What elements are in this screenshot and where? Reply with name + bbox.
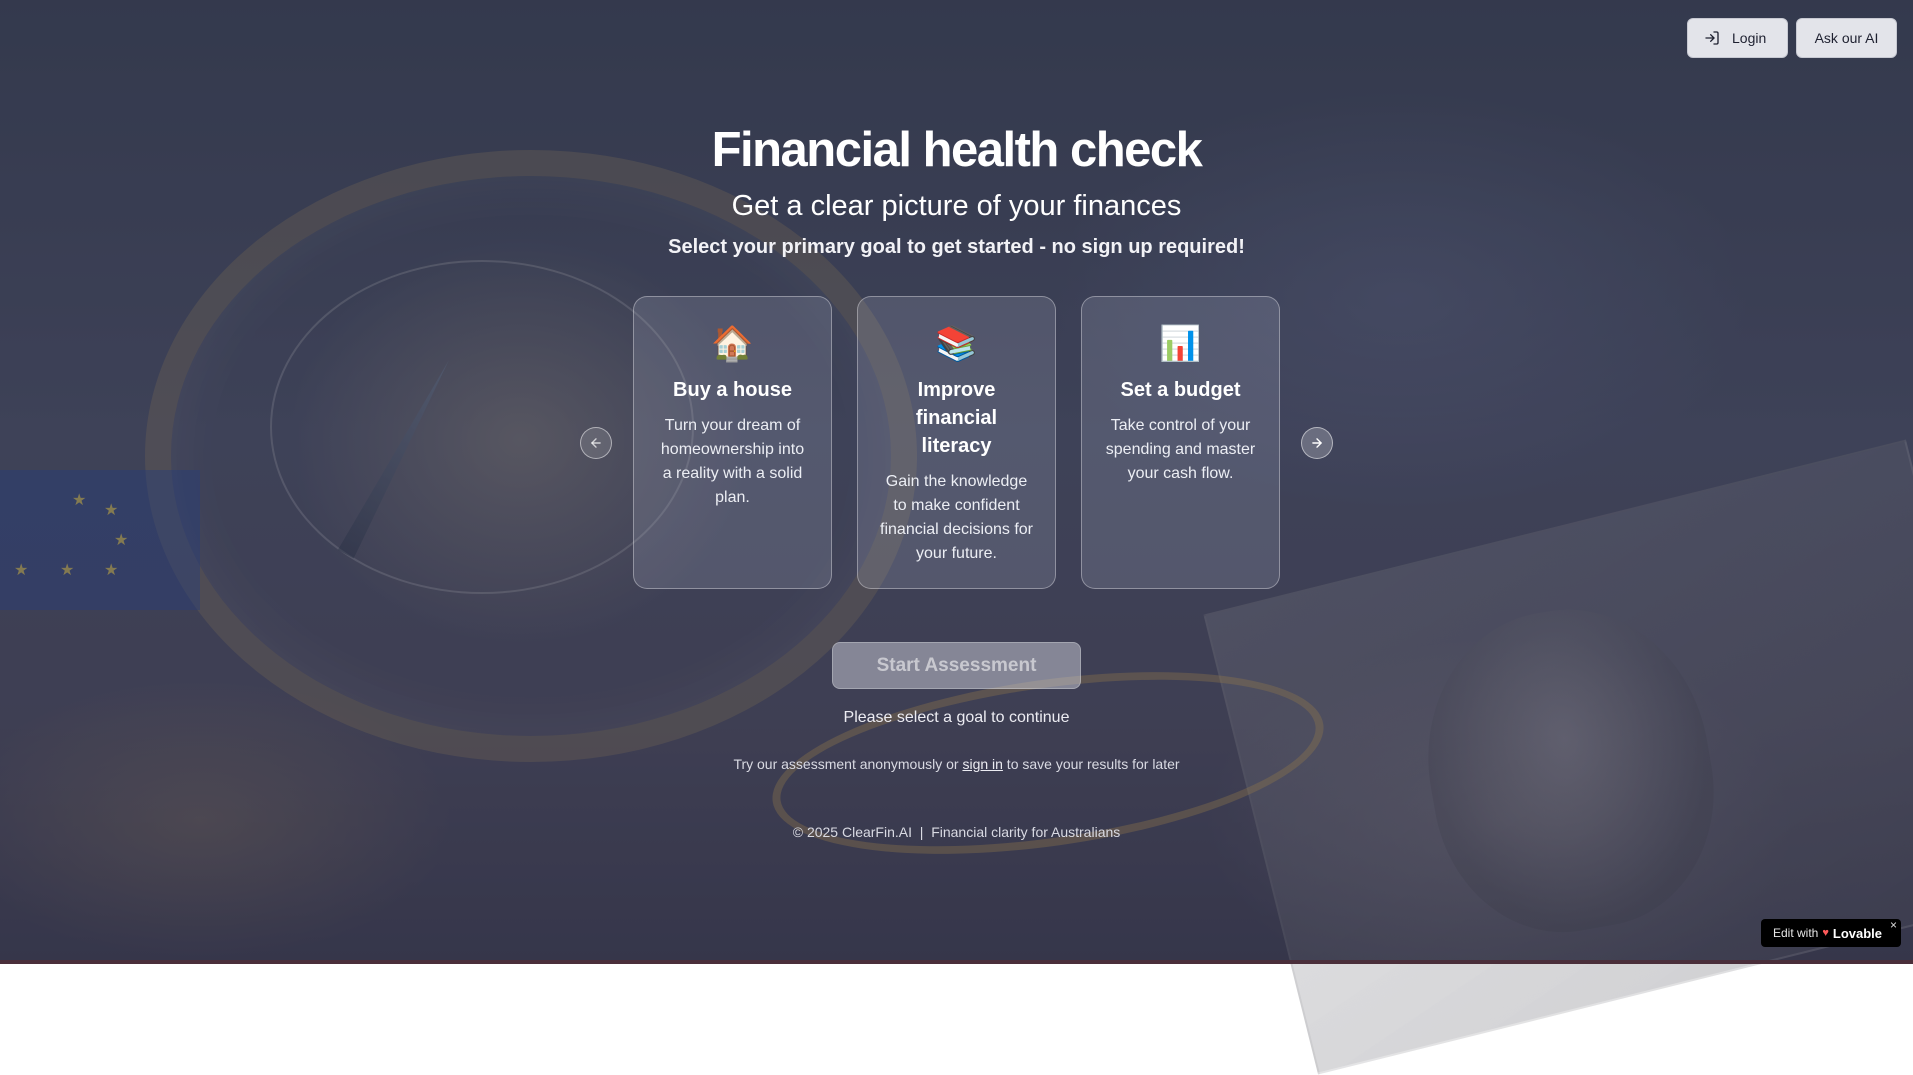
anonymous-note-prefix: Try our assessment anonymously or	[733, 756, 963, 772]
ask-ai-label: Ask our AI	[1814, 30, 1879, 46]
lovable-heart-icon: ♥	[1822, 927, 1829, 939]
badge-prefix: Edit with	[1773, 926, 1819, 940]
carousel-prev-button[interactable]	[580, 427, 612, 459]
goal-card-title: Improve financial literacy	[915, 379, 998, 457]
goal-card-title: Buy a house	[673, 379, 792, 401]
house-icon: 🏠	[711, 325, 754, 363]
bottom-edge-bar	[0, 960, 1913, 964]
page-title: Financial health check	[711, 123, 1203, 177]
anonymous-note-suffix: to save your results for later	[1002, 756, 1180, 772]
edit-with-lovable-badge[interactable]: Edit with ♥ Lovable ×	[1761, 918, 1901, 947]
badge-brand: Lovable	[1832, 925, 1883, 941]
goal-card-set-budget[interactable]: 📊 Set a budget Take control of your spen…	[1081, 296, 1280, 589]
footer-copyright: © 2025 ClearFin.AI | Financial clarity f…	[0, 823, 1913, 841]
goal-card-title: Set a budget	[1120, 379, 1241, 401]
login-button[interactable]: Login	[1687, 18, 1788, 58]
select-goal-hint: Please select a goal to continue	[843, 709, 1070, 726]
page-subtitle: Get a clear picture of your finances	[731, 190, 1182, 222]
start-assessment-button[interactable]: Start Assessment	[832, 642, 1081, 689]
top-actions: Login Ask our AI	[1687, 18, 1897, 58]
start-assessment-label: Start Assessment	[876, 654, 1037, 676]
arrow-right-icon	[1312, 438, 1322, 448]
books-icon: 📚	[935, 325, 978, 363]
goal-card-description: Turn your dream of homeownership into a …	[660, 417, 805, 506]
ask-ai-button[interactable]: Ask our AI	[1796, 18, 1897, 58]
carousel-next-button[interactable]	[1301, 427, 1333, 459]
sign-in-link[interactable]: sign in	[962, 756, 1002, 772]
bar-chart-icon: 📊	[1159, 325, 1202, 363]
goal-card-description: Gain the knowledge to make confident fin…	[880, 473, 1033, 562]
goal-instruction: Select your primary goal to get started …	[668, 236, 1245, 258]
goal-card-financial-literacy[interactable]: 📚 Improve financial literacy Gain the kn…	[857, 296, 1056, 589]
login-icon	[1705, 31, 1719, 45]
goal-card-buy-house[interactable]: 🏠 Buy a house Turn your dream of homeown…	[633, 296, 832, 589]
badge-close-icon[interactable]: ×	[1890, 918, 1897, 932]
login-label: Login	[1732, 30, 1767, 46]
arrow-left-icon	[591, 438, 601, 448]
goal-card-description: Take control of your spending and master…	[1105, 417, 1256, 482]
anonymous-note: Try our assessment anonymously or sign i…	[0, 755, 1913, 773]
footer-text: © 2025 ClearFin.AI | Financial clarity f…	[792, 824, 1121, 840]
